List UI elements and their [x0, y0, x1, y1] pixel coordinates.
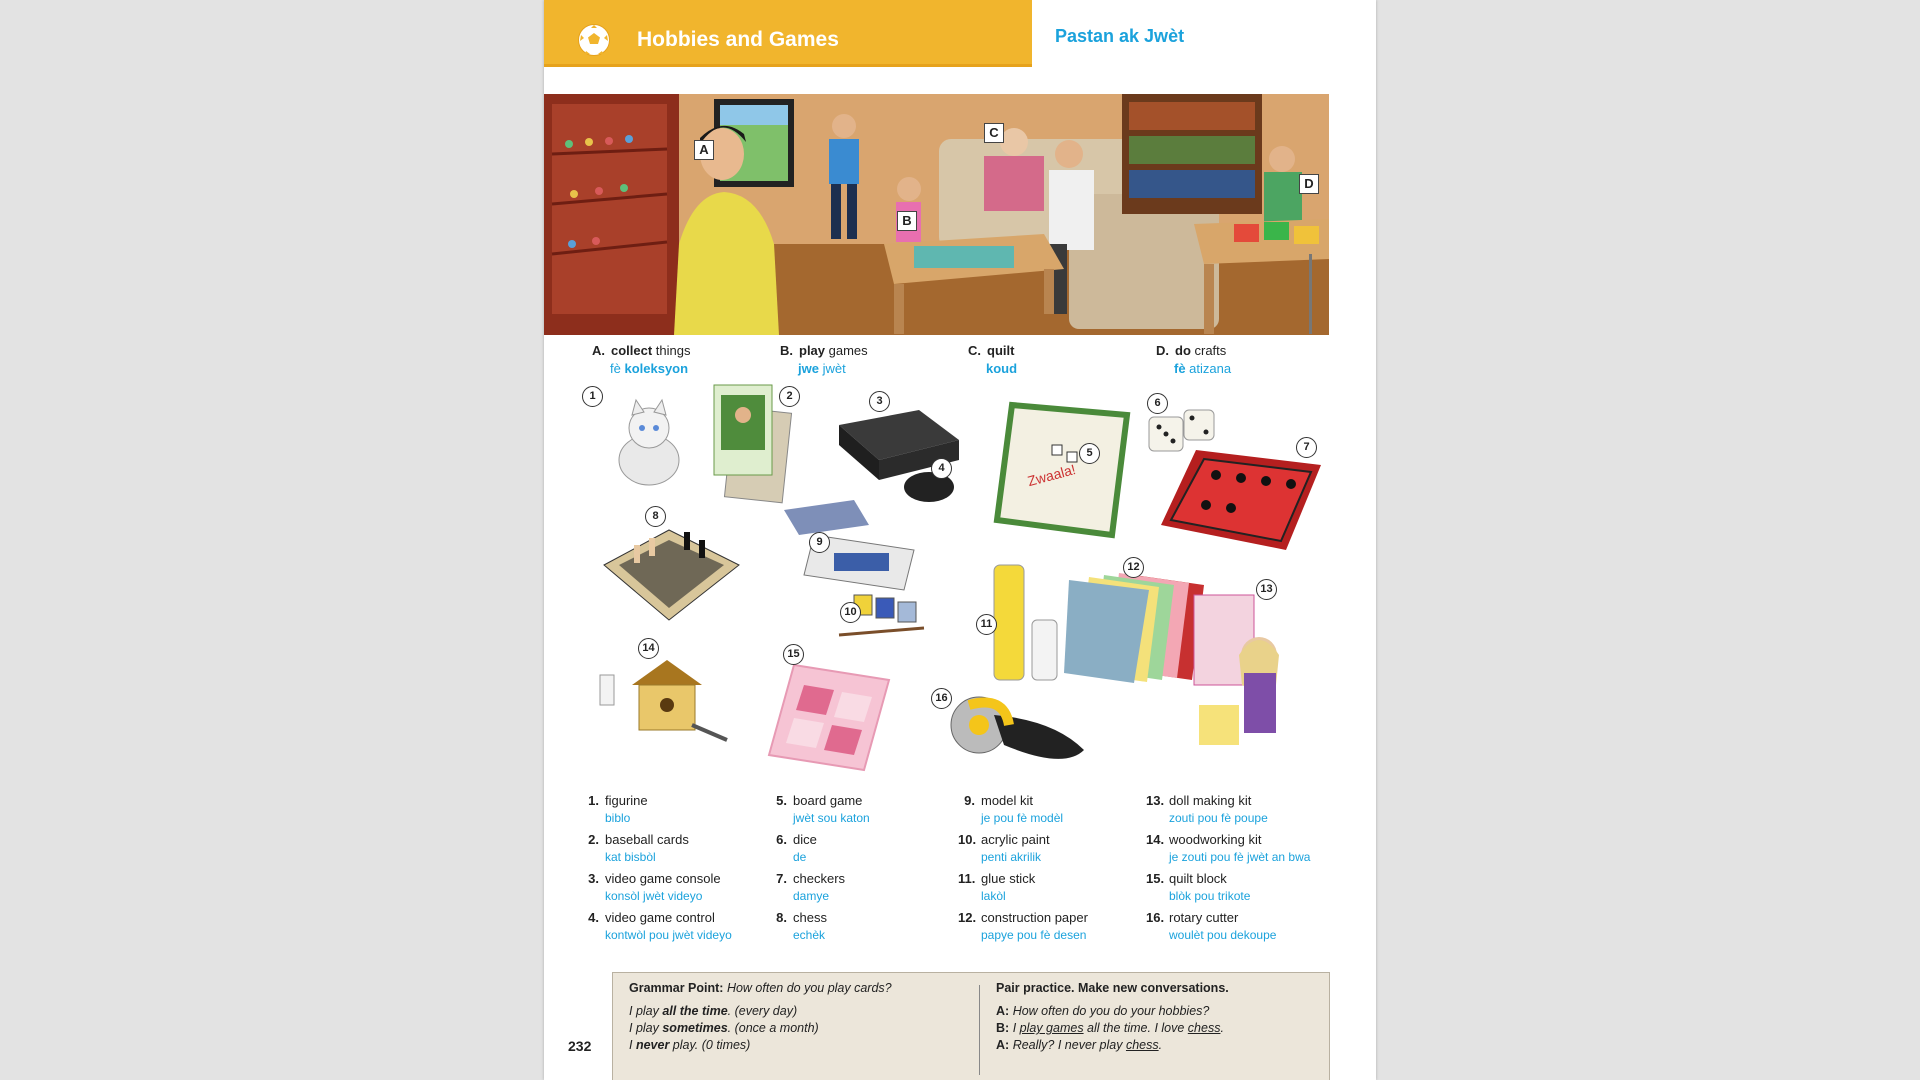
- caption-quilt: C. quilt koud: [968, 343, 1018, 376]
- item-number-14: 14: [638, 638, 659, 659]
- vocab-item: 11. glue stick lakòl: [958, 871, 1036, 903]
- vocab-item: 2. baseball cards kat bisbòl: [588, 832, 689, 864]
- grammar-line: I never play. (0 times): [629, 1038, 751, 1052]
- caption-do-crafts: D. do crafts fè atizana: [1156, 343, 1232, 376]
- vocab-column-4: 13. doll making kit zouti pou fè poupe 14.…: [1146, 793, 1346, 949]
- page-title: Hobbies and Games: [637, 28, 839, 51]
- vocab-item: 7. checkers damye: [776, 871, 846, 903]
- vocab-item: 1. figurine biblo: [588, 793, 648, 825]
- grammar-divider: [979, 985, 980, 1075]
- caption-play-games: B. play games jwe jwèt: [780, 343, 868, 376]
- vocab-item: 5. board game jwèt sou katon: [776, 793, 870, 825]
- practice-line: A: Really? I never play chess.: [996, 1038, 1163, 1052]
- document-viewer: Hobbies and Games Pastan ak Jwèt A B C D…: [0, 0, 1920, 1080]
- chess-picture: [603, 529, 740, 621]
- item-number-12: 12: [1123, 557, 1144, 578]
- rotary-cutter-picture: [950, 696, 1084, 759]
- checkers-picture: [1161, 450, 1321, 550]
- item-number-13: 13: [1256, 579, 1277, 600]
- vocab-item: 9. model kit je pou fè modèl: [964, 793, 1064, 825]
- grammar-line: I play sometimes. (once a month): [629, 1021, 819, 1035]
- practice-line: A: How often do you do your hobbies?: [996, 1004, 1210, 1018]
- grammar-line: I play all the time. (every day): [629, 1004, 798, 1018]
- vocab-item: 6. dice de: [776, 832, 817, 864]
- page-subtitle: Pastan ak Jwèt: [1055, 26, 1185, 46]
- page-number: 232: [568, 1038, 592, 1054]
- vocab-item: 15. quilt block blòk pou trikote: [1146, 871, 1251, 903]
- scene-label-a: A: [694, 140, 714, 160]
- scene-label-d: D: [1299, 174, 1319, 194]
- woodworking-kit-picture: [599, 660, 728, 742]
- grammar-point: Grammar Point: How often do you play car…: [629, 981, 969, 1055]
- item-number-11: 11: [976, 614, 997, 635]
- item-number-16: 16: [931, 688, 952, 709]
- scene-label-c: C: [984, 123, 1004, 143]
- caption-collect-things: A. collect things fè koleksyon: [592, 343, 691, 376]
- model-kit-picture: [784, 500, 915, 591]
- vocab-item: 14. woodworking kit je zouti pou fè jwèt a…: [1146, 832, 1311, 864]
- item-number-4: 4: [931, 458, 952, 479]
- soccer-ball-icon: [578, 24, 610, 56]
- board-game-picture: Zwaala!: [993, 401, 1131, 539]
- vocab-item: 4. video game control kontwòl pou jwèt vid…: [588, 910, 732, 942]
- quilt-block-picture: [767, 663, 891, 772]
- textbook-page: Hobbies and Games Pastan ak Jwèt A B C D…: [544, 0, 1376, 1080]
- vocab-item: 13. doll making kit zouti pou fè poupe: [1146, 793, 1268, 825]
- living-room-scene: A B C D: [544, 94, 1329, 335]
- vocab-item: 8. chess echèk: [776, 910, 827, 942]
- item-number-8: 8: [645, 506, 666, 527]
- practice-line: B: I play games all the time. I love che…: [996, 1021, 1224, 1035]
- header-bar: Hobbies and Games: [544, 0, 1032, 67]
- item-number-1: 1: [582, 386, 603, 407]
- vocab-item: 12. construction paper papye pou fè desen: [958, 910, 1088, 942]
- scene-illustration: [544, 94, 1329, 335]
- pair-practice: Pair practice. Make new conversations. A…: [996, 981, 1316, 1055]
- item-number-2: 2: [779, 386, 800, 407]
- figurine-picture: [618, 398, 680, 486]
- vocab-item: 10. acrylic paint penti akrilik: [958, 832, 1050, 864]
- item-number-9: 9: [809, 532, 830, 553]
- item-number-7: 7: [1296, 437, 1317, 458]
- item-number-10: 10: [840, 602, 861, 623]
- scene-label-b: B: [897, 211, 917, 231]
- vocab-item: 16. rotary cutter woulèt pou dekoupe: [1146, 910, 1277, 942]
- grammar-box: Grammar Point: How often do you play car…: [612, 972, 1330, 1080]
- item-number-6: 6: [1147, 393, 1168, 414]
- vocab-item: 3. video game console konsòl jwèt videyo: [588, 871, 721, 903]
- item-number-5: 5: [1079, 443, 1100, 464]
- item-number-15: 15: [783, 644, 804, 665]
- vocab-column-1: 1. figurine biblo 2. baseball cards kat bisb…: [582, 793, 767, 949]
- vocab-column-3: 9. model kit je pou fè modèl 10. acrylic pa…: [958, 793, 1143, 949]
- vocab-column-2: 5. board game jwèt sou katon 6. dice de 7. ch…: [770, 793, 955, 949]
- item-number-3: 3: [869, 391, 890, 412]
- doll-making-kit-picture: [1193, 594, 1279, 745]
